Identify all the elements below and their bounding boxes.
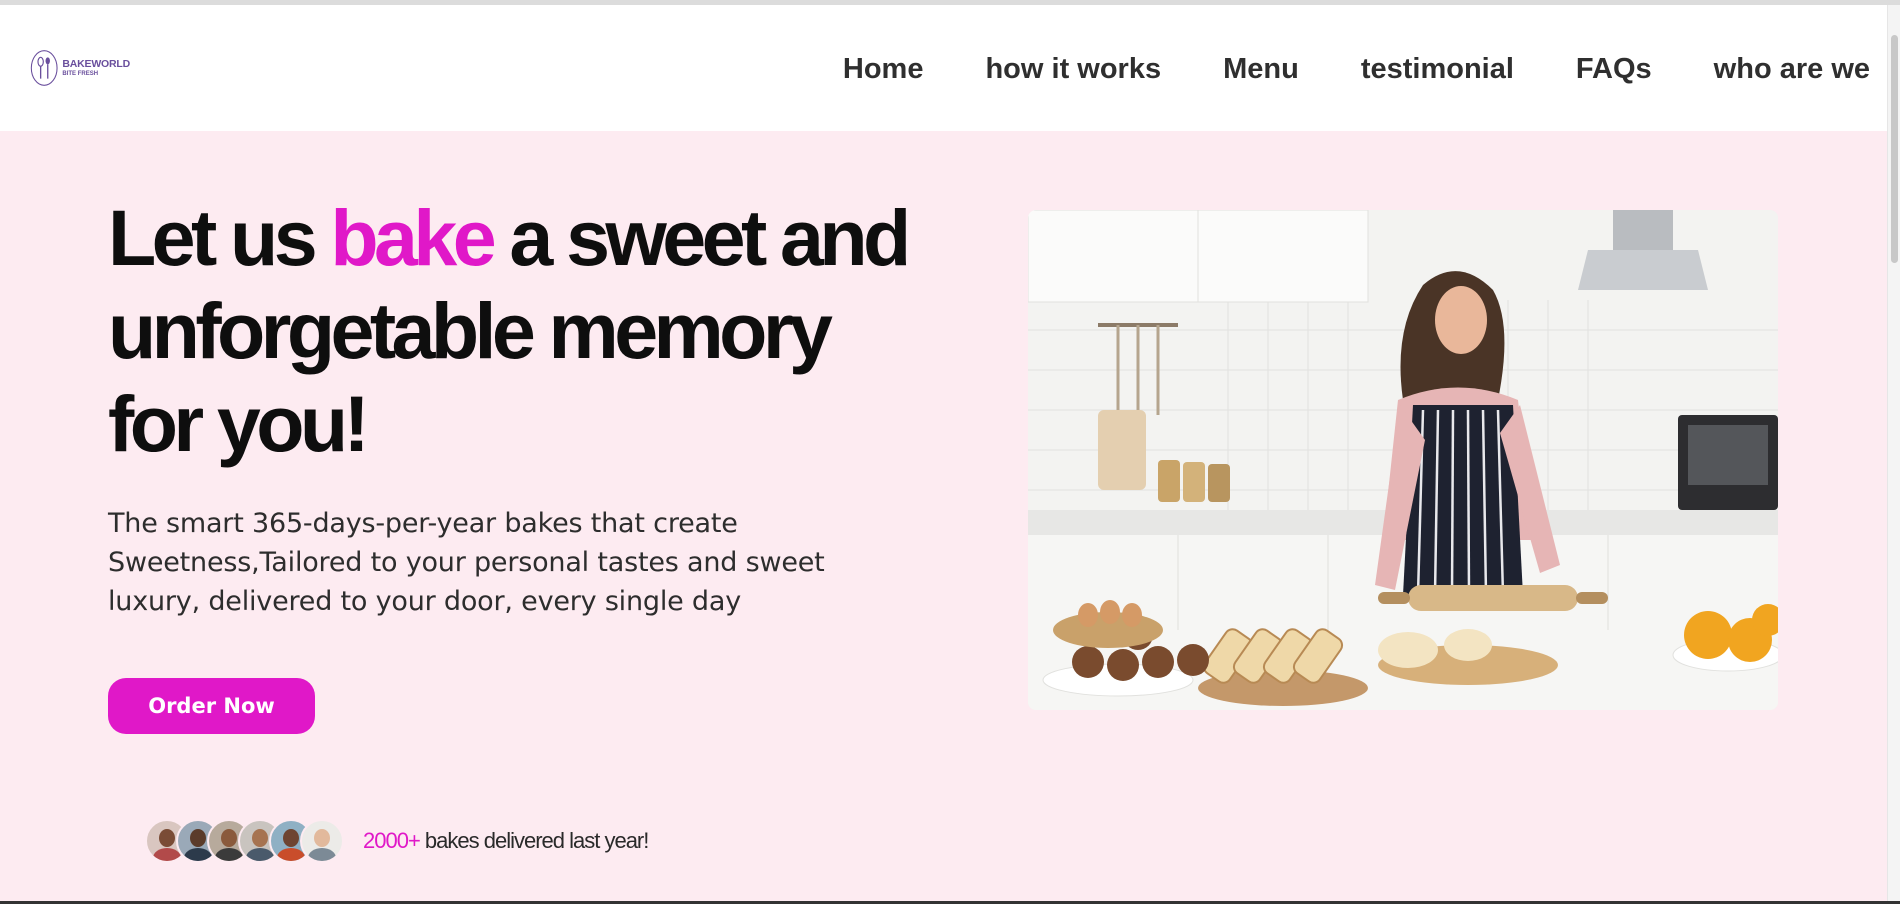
nav-faqs[interactable]: FAQs <box>1576 53 1652 86</box>
nav-how-it-works[interactable]: how it works <box>985 53 1161 86</box>
delivered-count: 2000+ <box>363 828 421 853</box>
hero-section: Let us bake a sweet and unforgetable mem… <box>0 131 1888 904</box>
nav-home[interactable]: Home <box>843 53 924 86</box>
page-scrollbar[interactable] <box>1887 5 1900 904</box>
social-proof: 2000+ bakes delivered last year! <box>145 819 649 863</box>
scrollbar-thumb[interactable] <box>1891 35 1898 263</box>
baker-kitchen-illustration <box>1028 210 1778 710</box>
avatar <box>300 819 344 863</box>
nav-testimonial[interactable]: testimonial <box>1361 53 1514 86</box>
brand-name: BAKEWORLD <box>62 57 130 70</box>
baker-kitchen-photo <box>1028 210 1778 710</box>
order-now-button[interactable]: Order Now <box>108 678 315 734</box>
main-nav: Home how it works Menu testimonial FAQs … <box>843 53 1870 86</box>
headline-text-start: Let us <box>108 193 331 282</box>
headline-accent-word: bake <box>330 193 496 282</box>
nav-menu[interactable]: Menu <box>1223 53 1299 86</box>
brand-logo[interactable]: BAKEWORLD BITE FRESH <box>30 45 130 91</box>
hero-subtitle: The smart 365-days-per-year bakes that c… <box>108 508 825 617</box>
social-proof-text: 2000+ bakes delivered last year! <box>363 828 649 854</box>
brand-tagline: BITE FRESH <box>62 71 99 78</box>
site-header: BAKEWORLD BITE FRESH Home how it works M… <box>0 5 1900 131</box>
customer-avatars <box>145 819 344 863</box>
nav-who-are-we[interactable]: who are we <box>1714 53 1870 86</box>
whisk-spoon-logo-icon <box>30 50 58 86</box>
delivered-label: bakes delivered last year! <box>419 828 649 853</box>
hero-headline: Let us bake a sweet and unforgetable mem… <box>108 191 928 470</box>
